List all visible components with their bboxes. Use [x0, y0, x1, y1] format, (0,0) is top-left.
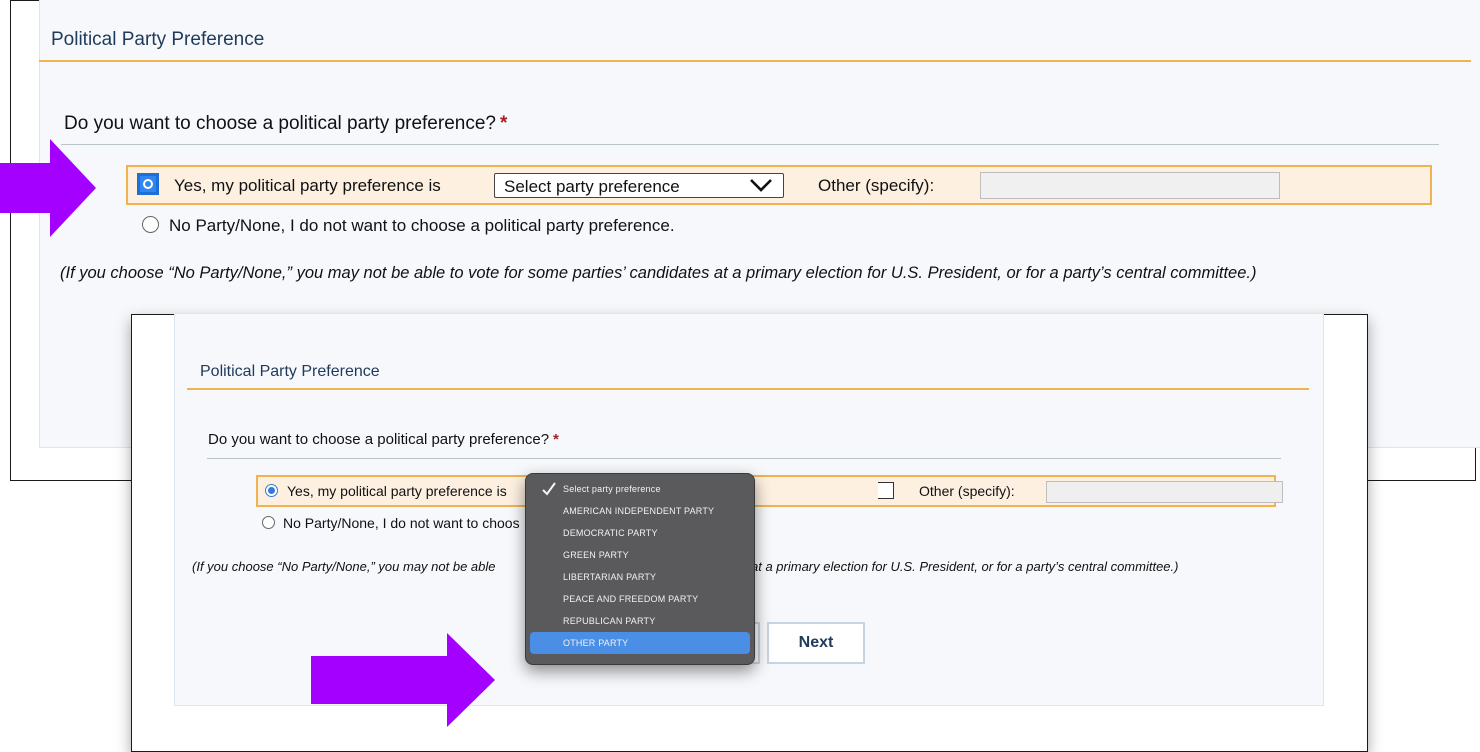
question-text: Do you want to choose a political party … [64, 113, 496, 134]
party-select[interactable] [878, 482, 894, 499]
no-party-radio[interactable] [142, 216, 159, 233]
title-divider [187, 388, 1309, 390]
yes-option-row: Yes, my political party preference is Se… [126, 165, 1432, 205]
party-select-value: Select party preference [504, 177, 680, 196]
question-divider [61, 144, 1439, 145]
chevron-down-icon [750, 179, 772, 192]
no-party-label: No Party/None, I do not want to choose a… [169, 216, 675, 235]
question-label: Do you want to choose a political party … [208, 431, 559, 448]
yes-radio[interactable] [137, 173, 159, 195]
other-specify-input[interactable] [980, 172, 1280, 199]
no-party-option[interactable]: No Party/None, I do not want to choos [262, 515, 520, 531]
question-label: Do you want to choose a political party … [64, 113, 507, 135]
no-party-label: No Party/None, I do not want to choos [283, 515, 520, 531]
title-divider [39, 60, 1471, 62]
dropdown-option[interactable]: Select party preference [530, 478, 750, 500]
party-select[interactable]: Select party preference [494, 173, 784, 198]
dropdown-option[interactable]: GREEN PARTY [530, 544, 750, 566]
dropdown-option[interactable]: DEMOCRATIC PARTY [530, 522, 750, 544]
dropdown-option-label: Select party preference [563, 484, 661, 494]
party-dropdown-menu: Select party preference AMERICAN INDEPEN… [525, 473, 755, 665]
question-text: Do you want to choose a political party … [208, 431, 550, 448]
question-divider [207, 458, 1281, 459]
no-party-radio[interactable] [262, 516, 275, 529]
required-marker: * [499, 113, 508, 134]
other-specify-input[interactable] [1046, 481, 1283, 503]
no-party-note: (If you choose “No Party/None,” you may … [60, 264, 1257, 282]
section-title: Political Party Preference [51, 29, 265, 50]
checkmark-icon [542, 482, 556, 496]
dropdown-option[interactable]: REPUBLICAN PARTY [530, 610, 750, 632]
section-title: Political Party Preference [200, 363, 380, 380]
yes-label: Yes, my political party preference is [287, 483, 507, 499]
no-party-note-right: at a primary election for U.S. President… [751, 559, 1179, 574]
dropdown-option[interactable]: PEACE AND FREEDOM PARTY [530, 588, 750, 610]
dropdown-option-highlighted[interactable]: OTHER PARTY [530, 632, 750, 654]
yes-radio[interactable] [265, 484, 278, 497]
next-button[interactable]: Next [767, 622, 865, 664]
no-party-note-left: (If you choose “No Party/None,” you may … [192, 559, 496, 574]
yes-label: Yes, my political party preference is [174, 176, 441, 195]
no-party-option[interactable]: No Party/None, I do not want to choose a… [142, 216, 675, 236]
arrow-right-icon [311, 633, 495, 727]
dropdown-option[interactable]: AMERICAN INDEPENDENT PARTY [530, 500, 750, 522]
other-label: Other (specify): [818, 176, 935, 195]
yes-option-row: Yes, my political party preference is Ot… [256, 475, 1283, 507]
required-marker: * [553, 431, 559, 448]
other-label: Other (specify): [919, 483, 1015, 499]
arrow-right-icon [0, 139, 96, 237]
dropdown-option[interactable]: LIBERTARIAN PARTY [530, 566, 750, 588]
